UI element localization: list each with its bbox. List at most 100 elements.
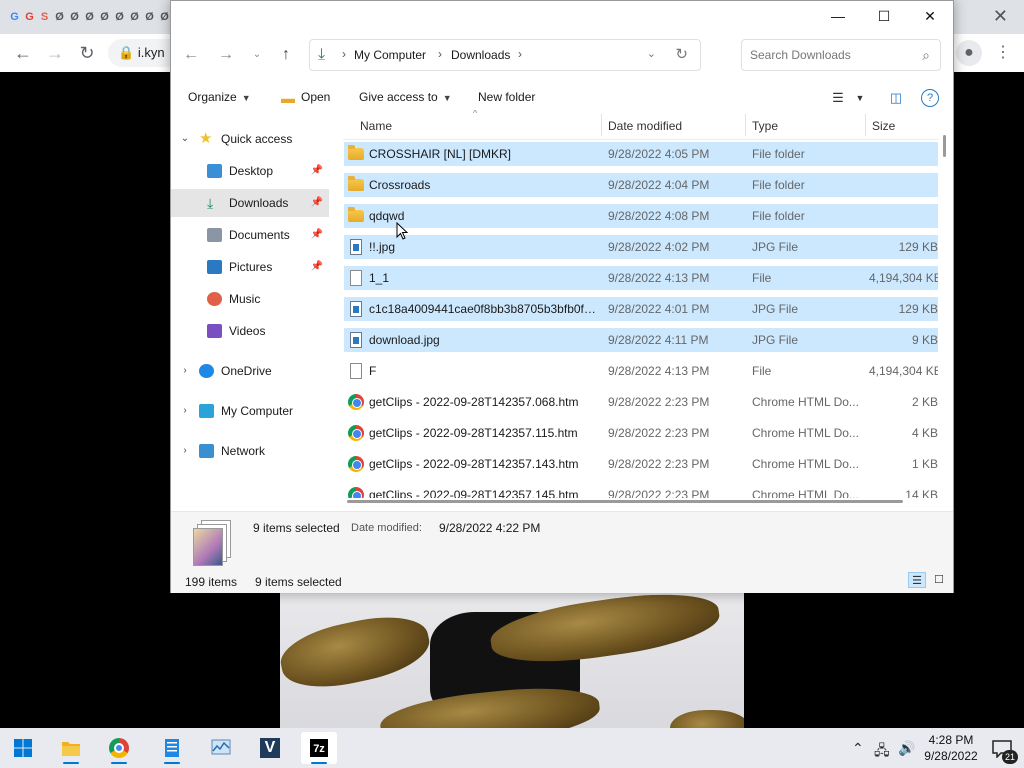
file-row[interactable]: getClips - 2022-09-28T142357.115.htm 9/28… (344, 421, 938, 445)
column-divider[interactable] (601, 114, 602, 136)
recent-locations-chevron-icon[interactable]: ⌄ (245, 43, 269, 67)
browser-tab-favicon[interactable]: G (23, 10, 36, 24)
address-history-chevron-icon[interactable]: ⌄ (647, 47, 656, 60)
breadcrumb-separator-icon[interactable]: › (438, 47, 442, 61)
chevron-right-icon[interactable]: › (179, 437, 191, 465)
chevron-down-icon[interactable]: ⌄ (179, 125, 191, 153)
view-options-icon[interactable]: ☰ (827, 87, 849, 109)
browser-profile-icon[interactable]: ● (956, 40, 982, 66)
open-button[interactable]: Open (301, 90, 330, 104)
file-row[interactable]: c1c18a4009441cae0f8bb3b8705b3bfb0f3b... 9… (344, 297, 938, 321)
nav-item-downloads[interactable]: ⤓ Downloads 📌 (171, 189, 329, 217)
pin-icon: 📌 (310, 165, 323, 176)
browser-close-icon[interactable]: ✕ (993, 6, 1008, 27)
chevron-right-icon[interactable]: › (179, 357, 191, 385)
column-header-name[interactable]: Name (360, 119, 392, 133)
browser-tab-favicon[interactable]: Ø (143, 10, 156, 24)
give-access-button[interactable]: Give access to ▼ (359, 90, 452, 104)
nav-item-desktop[interactable]: Desktop 📌 (171, 157, 329, 185)
nav-item-onedrive[interactable]: › OneDrive (171, 357, 329, 385)
organize-button[interactable]: Organize ▼ (188, 90, 251, 104)
start-button[interactable] (5, 732, 41, 764)
file-row[interactable]: qdqwd 9/28/2022 4:08 PM File folder (344, 204, 938, 228)
browser-tab-favicon[interactable]: Ø (113, 10, 126, 24)
vertical-scrollbar[interactable] (943, 135, 946, 157)
nav-item-pictures[interactable]: Pictures 📌 (171, 253, 329, 281)
search-input[interactable]: Search Downloads ⌕ (741, 39, 941, 71)
forward-button[interactable]: → (214, 43, 238, 67)
file-size: 129 KB (898, 240, 938, 254)
file-row[interactable]: getClips - 2022-09-28T142357.145.htm 9/28… (344, 483, 938, 498)
column-divider[interactable] (745, 114, 746, 136)
column-header-size[interactable]: Size (872, 119, 895, 133)
file-row[interactable]: Crossroads 9/28/2022 4:04 PM File folder (344, 173, 938, 197)
network-status-icon[interactable]: 🖧 (874, 740, 890, 764)
refresh-icon[interactable]: ↻ (675, 45, 688, 63)
system-clock[interactable]: 4:28 PM 9/28/2022 (922, 732, 980, 764)
browser-tab-favicon[interactable]: Ø (128, 10, 141, 24)
browser-tab-favicon[interactable]: S (38, 10, 51, 24)
taskbar-chrome[interactable] (101, 732, 137, 764)
up-button[interactable]: ↑ (274, 43, 298, 67)
preview-pane-icon[interactable]: ◫ (885, 87, 907, 109)
column-header-date[interactable]: Date modified (608, 119, 682, 133)
nav-item-quick-access[interactable]: ⌄ ★ Quick access (171, 125, 329, 153)
file-date-modified: 9/28/2022 4:13 PM (608, 271, 710, 285)
file-row[interactable]: CROSSHAIR [NL] [DMKR] 9/28/2022 4:05 PM Fi… (344, 142, 938, 166)
address-toolbar: ← → ⌄ ↑ ⤓ › My Computer › Downloads › ⌄ … (171, 31, 953, 79)
file-row[interactable]: 1_1 9/28/2022 4:13 PM File 4,194,304 KB (344, 266, 938, 290)
browser-tab-favicon[interactable]: Ø (98, 10, 111, 24)
file-row[interactable]: !!.jpg 9/28/2022 4:02 PM JPG File 129 KB (344, 235, 938, 259)
breadcrumb-my-computer[interactable]: My Computer (354, 48, 426, 62)
open-folder-icon[interactable]: ▬ (277, 87, 299, 109)
volume-icon[interactable]: 🔊 (898, 740, 915, 757)
nav-item-music[interactable]: Music (171, 285, 329, 313)
taskbar-7zip[interactable]: 7z (301, 732, 337, 764)
browser-forward-icon[interactable]: → (44, 42, 66, 64)
breadcrumb-separator-icon[interactable]: › (342, 47, 346, 61)
nav-item-videos[interactable]: Videos (171, 317, 329, 345)
taskbar-file-explorer[interactable] (53, 732, 89, 764)
column-divider[interactable] (865, 114, 866, 136)
nav-item-label: Desktop (229, 164, 274, 178)
browser-reload-icon[interactable]: ↻ (76, 42, 98, 64)
nav-item-label: Documents (229, 228, 290, 242)
browser-menu-icon[interactable]: ⋮ (990, 40, 1016, 66)
nav-item-network[interactable]: › Network (171, 437, 329, 465)
chevron-down-icon[interactable]: ▼ (849, 87, 871, 109)
file-row[interactable]: download.jpg 9/28/2022 4:11 PM JPG File 9 K… (344, 328, 938, 352)
taskbar-notepad[interactable] (154, 732, 190, 764)
show-hidden-icons-chevron-icon[interactable]: ⌃ (852, 740, 864, 757)
details-view-icon[interactable]: ☰ (908, 572, 926, 588)
minimize-button[interactable]: — (815, 1, 861, 31)
browser-back-icon[interactable]: ← (12, 42, 34, 64)
browser-tab-favicon[interactable]: G (8, 10, 21, 24)
nav-item-documents[interactable]: Documents 📌 (171, 221, 329, 249)
breadcrumb-downloads[interactable]: Downloads (451, 48, 510, 62)
browser-tab-favicon[interactable]: Ø (53, 10, 66, 24)
column-header-type[interactable]: Type (752, 119, 778, 133)
large-icons-view-icon[interactable]: ☐ (930, 572, 948, 588)
new-folder-button[interactable]: New folder (478, 90, 535, 104)
horizontal-scrollbar[interactable] (347, 500, 903, 503)
file-row[interactable]: getClips - 2022-09-28T142357.068.htm 9/28… (344, 390, 938, 414)
music-icon (207, 292, 222, 306)
browser-tab-favicon[interactable]: Ø (68, 10, 81, 24)
file-row[interactable]: getClips - 2022-09-28T142357.143.htm 9/28… (344, 452, 938, 476)
breadcrumb-separator-icon[interactable]: › (518, 47, 522, 61)
nav-item-label: Pictures (229, 260, 273, 274)
address-bar[interactable]: ⤓ › My Computer › Downloads › ⌄ ↻ (309, 39, 701, 71)
back-button[interactable]: ← (179, 43, 203, 67)
file-row[interactable]: F 9/28/2022 4:13 PM File 4,194,304 KB (344, 359, 938, 383)
browser-address-bar[interactable]: 🔒 i.kyn (108, 39, 178, 67)
chevron-right-icon[interactable]: › (179, 397, 191, 425)
maximize-button[interactable]: ☐ (861, 1, 907, 31)
taskbar-resource-monitor[interactable] (203, 732, 239, 764)
taskbar-vmware[interactable]: V (252, 732, 288, 764)
close-button[interactable]: ✕ (907, 1, 953, 31)
help-icon[interactable]: ? (921, 89, 939, 107)
title-bar[interactable]: — ☐ ✕ (171, 1, 953, 31)
chrome-icon-center (114, 743, 124, 753)
browser-tab-favicon[interactable]: Ø (83, 10, 96, 24)
nav-item-my-computer[interactable]: › My Computer (171, 397, 329, 425)
